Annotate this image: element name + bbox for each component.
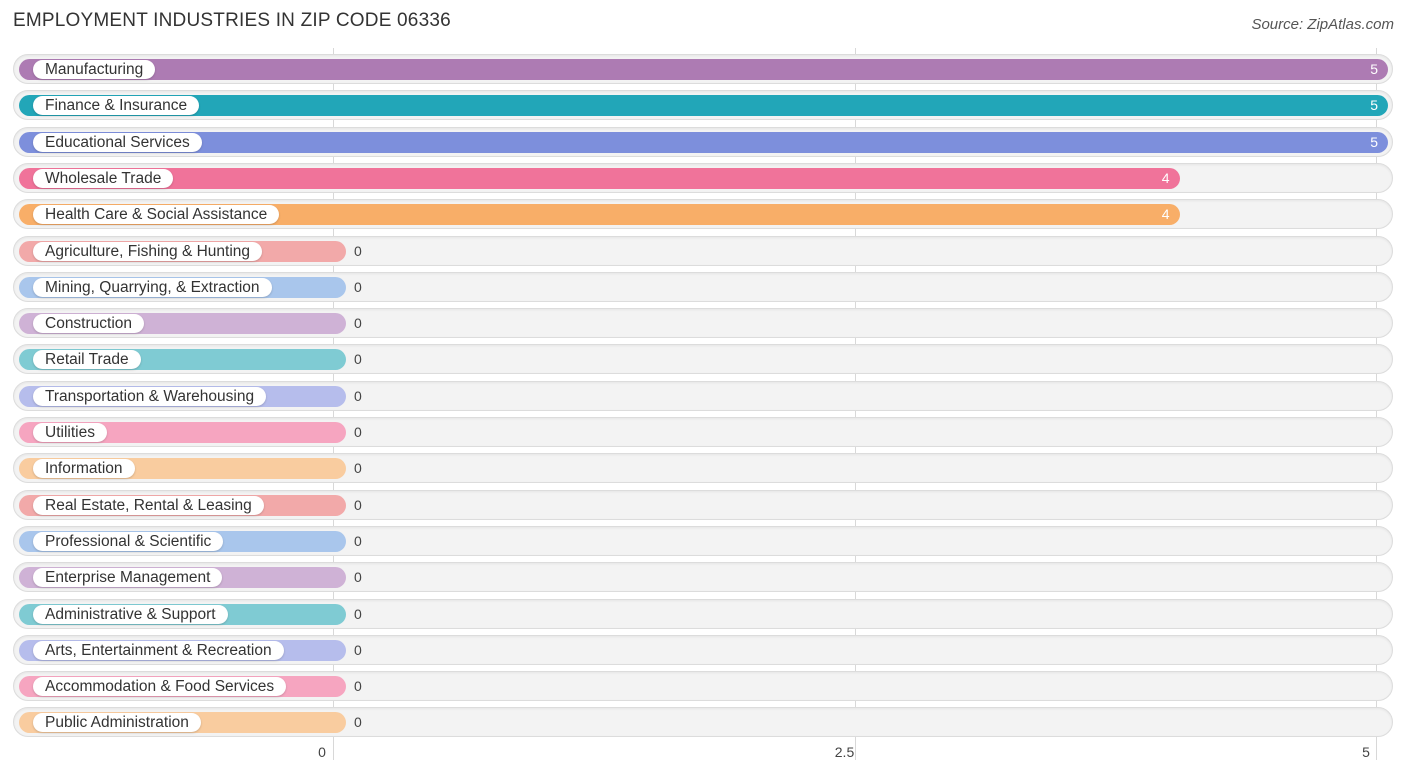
category-label: Health Care & Social Assistance	[33, 205, 280, 225]
x-tick-label: 2.5	[834, 744, 855, 760]
value-label: 5	[1370, 97, 1378, 114]
category-label: Enterprise Management	[33, 568, 223, 588]
value-label: 0	[354, 351, 362, 368]
bar-row: Enterprise Management 0	[13, 562, 1393, 593]
category-label: Accommodation & Food Services	[33, 677, 287, 697]
bar[interactable]: Public Administration	[19, 712, 346, 734]
category-label: Agriculture, Fishing & Hunting	[33, 241, 263, 261]
bar-row: Educational Services 5	[13, 126, 1393, 157]
bar[interactable]: Health Care & Social Assistance 4	[19, 204, 1180, 226]
bar[interactable]: Mining, Quarrying, & Extraction	[19, 276, 346, 298]
value-label: 4	[1161, 206, 1170, 223]
bar[interactable]: Retail Trade	[19, 349, 346, 371]
bar-row: Finance & Insurance 5	[13, 90, 1393, 121]
value-label: 0	[354, 496, 362, 513]
value-label: 5	[1370, 133, 1378, 150]
bar-row: Mining, Quarrying, & Extraction 0	[13, 271, 1393, 302]
value-label: 0	[354, 315, 362, 332]
chart-source: Source: ZipAtlas.com	[1251, 16, 1394, 33]
bar[interactable]: Enterprise Management	[19, 567, 346, 589]
bar-row: Retail Trade 0	[13, 344, 1393, 375]
category-label: Wholesale Trade	[33, 168, 174, 188]
bar-row: Health Care & Social Assistance 4	[13, 199, 1393, 230]
bar[interactable]: Administrative & Support	[19, 603, 346, 625]
bar-row: Administrative & Support 0	[13, 598, 1393, 629]
bar[interactable]: Arts, Entertainment & Recreation	[19, 639, 346, 661]
category-label: Retail Trade	[33, 350, 141, 370]
category-label: Finance & Insurance	[33, 96, 200, 116]
value-label: 0	[354, 569, 362, 586]
bar[interactable]: Finance & Insurance 5	[19, 95, 1388, 117]
x-tick-label: 0	[318, 744, 326, 760]
value-label: 0	[354, 678, 362, 695]
bar[interactable]: Accommodation & Food Services	[19, 676, 346, 698]
category-label: Construction	[33, 314, 145, 334]
value-label: 0	[354, 714, 362, 731]
bar[interactable]: Information	[19, 458, 346, 480]
category-label: Information	[33, 459, 135, 479]
category-label: Transportation & Warehousing	[33, 386, 267, 406]
bar[interactable]: Manufacturing 5	[19, 59, 1388, 80]
category-label: Mining, Quarrying, & Extraction	[33, 277, 272, 297]
bar-row: Real Estate, Rental & Leasing 0	[13, 489, 1393, 520]
value-label: 0	[354, 460, 362, 477]
value-label: 0	[354, 242, 362, 259]
bar-row: Utilities 0	[13, 417, 1393, 447]
category-label: Administrative & Support	[33, 604, 228, 624]
bar[interactable]: Utilities	[19, 422, 346, 443]
chart-title: EMPLOYMENT INDUSTRIES IN ZIP CODE 06336	[13, 10, 451, 31]
category-label: Public Administration	[33, 713, 201, 733]
bar-row: Information 0	[13, 453, 1393, 484]
bar-row: Accommodation & Food Services 0	[13, 671, 1393, 702]
category-label: Educational Services	[33, 132, 202, 152]
bar-row: Transportation & Warehousing 0	[13, 380, 1393, 411]
bar[interactable]: Wholesale Trade 4	[19, 167, 1180, 189]
bar[interactable]: Educational Services 5	[19, 131, 1388, 153]
value-label: 0	[354, 605, 362, 622]
value-label: 0	[354, 532, 362, 549]
value-label: 5	[1370, 61, 1378, 77]
category-label: Utilities	[33, 423, 107, 442]
bar[interactable]: Transportation & Warehousing	[19, 385, 346, 407]
bar[interactable]: Professional & Scientific	[19, 530, 346, 552]
bar-row: Manufacturing 5	[13, 54, 1393, 84]
value-label: 4	[1161, 169, 1170, 186]
value-label: 0	[354, 387, 362, 404]
bar[interactable]: Construction	[19, 313, 346, 335]
value-label: 0	[354, 278, 362, 295]
bar-row: Wholesale Trade 4	[13, 162, 1393, 193]
category-label: Real Estate, Rental & Leasing	[33, 495, 264, 515]
bar-row: Professional & Scientific 0	[13, 525, 1393, 556]
bar[interactable]: Agriculture, Fishing & Hunting	[19, 240, 346, 262]
category-label: Arts, Entertainment & Recreation	[33, 640, 284, 660]
bar[interactable]: Real Estate, Rental & Leasing	[19, 494, 346, 516]
value-label: 0	[354, 424, 362, 440]
bar-row: Public Administration 0	[13, 707, 1393, 738]
x-tick-label: 5	[1362, 744, 1370, 760]
value-label: 0	[354, 641, 362, 658]
category-label: Manufacturing	[33, 60, 156, 79]
category-label: Professional & Scientific	[33, 531, 224, 551]
bar-row: Construction 0	[13, 308, 1393, 339]
bar-row: Agriculture, Fishing & Hunting 0	[13, 235, 1393, 266]
bar-row: Arts, Entertainment & Recreation 0	[13, 634, 1393, 665]
